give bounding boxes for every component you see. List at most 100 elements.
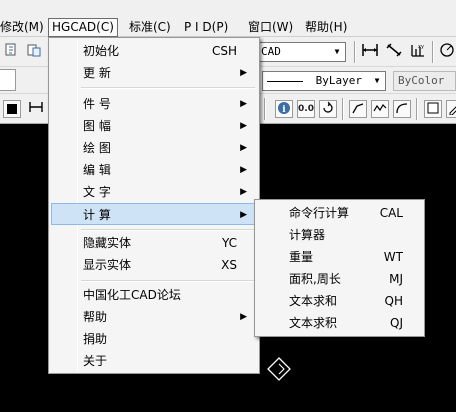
layer-color-swatch[interactable] <box>0 69 16 91</box>
submenu-item-label: 计算器 <box>289 228 326 242</box>
submenu-item-label: 文本求和 <box>289 294 338 308</box>
submenu-arrow-icon: ▶ <box>240 165 247 175</box>
submenu-item-command-calc[interactable]: 命令行计算 CAL <box>257 202 423 224</box>
submenu-item-shortcut: CAL <box>379 206 403 220</box>
menu-divider <box>81 229 255 231</box>
submenu-item-weight[interactable]: 重量 WT <box>257 246 423 268</box>
menu-item-shortcut: YC <box>221 236 237 250</box>
menu-item-part-number[interactable]: 件 号 ▶ <box>51 93 257 115</box>
toolbar-separator <box>354 41 356 63</box>
dimension-break-icon[interactable] <box>26 99 46 119</box>
precision-button[interactable]: 0.0 <box>297 100 315 118</box>
rotate-icon[interactable] <box>319 100 337 118</box>
submenu-arrow-icon: ▶ <box>240 187 247 197</box>
text-style-combo[interactable]: CAD ▼ <box>256 42 346 62</box>
submenu-arrow-icon: ▶ <box>240 210 247 220</box>
menu-item-label: 中国化工CAD论坛 <box>83 288 181 302</box>
menu-item-shortcut: CSH <box>211 44 237 58</box>
linetype-value: ByLayer <box>315 74 362 87</box>
menu-item-about[interactable]: 关于 <box>51 350 257 372</box>
submenu-arrow-icon: ▶ <box>240 312 247 322</box>
radius-dimension-icon[interactable] <box>437 42 456 62</box>
submenu-item-calculator[interactable]: 计算器 <box>257 224 423 246</box>
menu-item-forum[interactable]: 中国化工CAD论坛 <box>51 284 257 306</box>
svg-text:xy: xy <box>418 44 424 50</box>
menu-item-label: 图 幅 <box>83 119 111 133</box>
toolbar-separator <box>264 98 266 120</box>
info-icon[interactable]: i <box>275 100 293 118</box>
submenu-item-text-sum[interactable]: 文本求和 QH <box>257 290 423 312</box>
menu-item-label: 绘 图 <box>83 141 111 155</box>
polyline-icon[interactable] <box>349 100 367 118</box>
linear-dimension-icon[interactable] <box>360 42 380 62</box>
linetype-sample <box>267 80 303 82</box>
menu-item-text[interactable]: 文 字 ▶ <box>51 181 257 203</box>
menu-item-donate[interactable]: 捐助 <box>51 328 257 350</box>
menu-divider <box>81 280 255 282</box>
menu-item-label: 文 字 <box>83 185 111 199</box>
menu-item-label: 隐藏实体 <box>83 236 132 250</box>
menu-item-show-entity[interactable]: 显示实体 XS <box>51 254 257 276</box>
menu-item-init[interactable]: 初始化 CSH <box>51 40 257 62</box>
rectangle-icon[interactable] <box>424 100 442 118</box>
cut-icon[interactable] <box>2 42 22 62</box>
submenu-item-label: 重量 <box>289 250 314 264</box>
color-value: ByColor <box>398 74 445 87</box>
menu-item-calculate[interactable]: 计 算 ▶ <box>51 203 257 225</box>
toolbar-separator <box>416 98 418 120</box>
submenu-arrow-icon: ▶ <box>240 99 247 109</box>
toolbar-separator <box>432 41 434 63</box>
black-square-icon[interactable] <box>3 100 21 118</box>
menu-item-label: 更 新 <box>83 66 111 80</box>
menu-item-help[interactable]: 帮助 ▶ <box>51 306 257 328</box>
paste-icon[interactable] <box>24 42 44 62</box>
submenu-item-area-perimeter[interactable]: 面积,周长 MJ <box>257 268 423 290</box>
submenu-arrow-icon: ▶ <box>240 121 247 131</box>
menu-item-update[interactable]: 更 新 ▶ <box>51 62 257 84</box>
menu-item-label: 计 算 <box>83 208 111 222</box>
submenu-arrow-icon: ▶ <box>240 143 247 153</box>
menu-item-label: 编 辑 <box>83 163 111 177</box>
arc-icon[interactable] <box>393 100 411 118</box>
color-combo[interactable]: ByColor <box>393 71 456 91</box>
menu-item-label: 帮助 <box>83 310 108 324</box>
spline-icon[interactable] <box>371 100 389 118</box>
menu-item-edit[interactable]: 编 辑 ▶ <box>51 159 257 181</box>
aligned-dimension-icon[interactable] <box>384 42 404 62</box>
menu-item-label: 初始化 <box>83 44 120 58</box>
menu-item-hide-entity[interactable]: 隐藏实体 YC <box>51 232 257 254</box>
submenu-arrow-icon: ▶ <box>240 68 247 78</box>
calculate-submenu: 命令行计算 CAL 计算器 重量 WT 面积,周长 MJ 文本求和 QH 文本求… <box>254 199 425 337</box>
toolbar-separator <box>342 98 344 120</box>
menu-standard[interactable]: 标准(C) <box>129 18 171 37</box>
ordinate-dimension-icon[interactable]: xy <box>408 42 428 62</box>
submenu-item-label: 面积,周长 <box>289 272 341 286</box>
menu-item-label: 捐助 <box>83 332 108 346</box>
text-style-value: CAD <box>261 45 281 58</box>
menu-hgcad[interactable]: HGCAD(C) <box>48 18 118 37</box>
menu-item-sheet[interactable]: 图 幅 ▶ <box>51 115 257 137</box>
menu-help[interactable]: 帮助(H) <box>305 18 347 37</box>
submenu-item-label: 命令行计算 <box>289 206 350 220</box>
menu-item-draw[interactable]: 绘 图 ▶ <box>51 137 257 159</box>
menu-modify[interactable]: 修改(M) <box>0 18 44 37</box>
menu-item-shortcut: XS <box>221 258 237 272</box>
linetype-combo[interactable]: ByLayer ▼ <box>262 71 386 91</box>
submenu-item-text-product[interactable]: 文本求积 QJ <box>257 312 423 334</box>
svg-text:i: i <box>282 105 286 115</box>
menu-item-label: 件 号 <box>83 97 111 111</box>
submenu-item-shortcut: QH <box>384 294 403 308</box>
edit-icon[interactable] <box>446 100 456 118</box>
submenu-item-shortcut: QJ <box>390 316 403 330</box>
ucs-icon <box>267 357 291 381</box>
menu-pid[interactable]: P I D(P) <box>184 18 228 37</box>
menu-divider <box>81 87 255 89</box>
menu-item-label: 显示实体 <box>83 258 132 272</box>
submenu-item-label: 文本求积 <box>289 316 338 330</box>
menu-window[interactable]: 窗口(W) <box>248 18 293 37</box>
menu-bar: 修改(M) HGCAD(C) 标准(C) P I D(P) 窗口(W) 帮助(H… <box>0 0 456 37</box>
submenu-item-shortcut: MJ <box>389 272 403 286</box>
submenu-item-shortcut: WT <box>383 250 403 264</box>
chevron-down-icon: ▼ <box>334 47 340 56</box>
hgcad-dropdown-menu: 初始化 CSH 更 新 ▶ 件 号 ▶ 图 幅 ▶ 绘 图 ▶ 编 辑 ▶ 文 … <box>48 37 260 374</box>
